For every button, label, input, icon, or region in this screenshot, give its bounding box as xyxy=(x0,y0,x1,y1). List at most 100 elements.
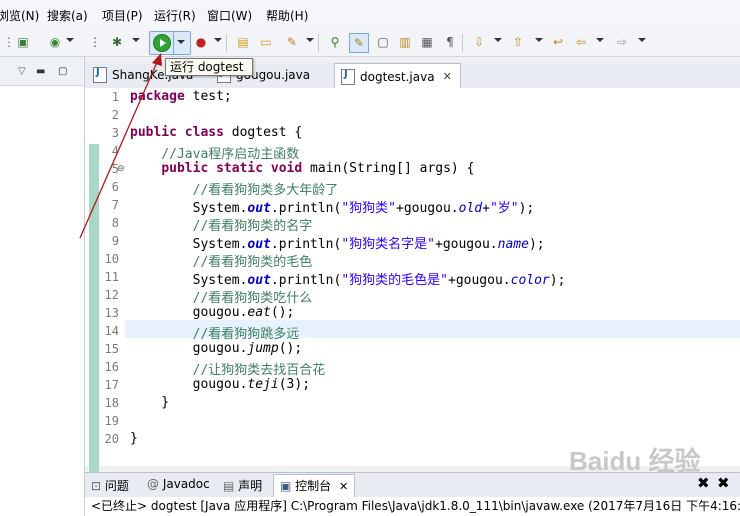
toolbar-separator-icon: ⋮ xyxy=(89,35,101,49)
line-number: 13 xyxy=(104,306,119,320)
toolbar-separator xyxy=(462,34,463,52)
view-menu-icon[interactable]: ▽ xyxy=(18,66,26,77)
search-icon[interactable]: ⚲ xyxy=(326,33,344,51)
toolbar: ⋮ ▣ ◉ ⋮ ✱ ● ▤ ▭ ✎ ⚲ ✎ ▢ ▥ ▦ ¶ ⇩ ⇧ ↩ ⇦ ⇨ xyxy=(0,30,740,57)
run-external-tool-icon[interactable]: ● xyxy=(192,33,210,51)
tab-declaration[interactable]: ▤ 声明 xyxy=(223,477,262,494)
java-file-icon xyxy=(341,68,355,85)
back-dropdown-icon[interactable] xyxy=(596,38,604,42)
code-line[interactable]: gougou.teji(3); xyxy=(130,377,310,392)
previous-annotation-dropdown-icon[interactable] xyxy=(535,38,543,42)
new-java-project-icon[interactable]: ▣ xyxy=(14,33,32,51)
code-line[interactable]: //Java程序启动主函数 xyxy=(130,143,299,162)
toolbar-separator xyxy=(318,34,319,52)
package-explorer-header: ▽ ▬ ▢ xyxy=(0,57,84,86)
debug-dropdown-icon[interactable] xyxy=(132,38,140,42)
tab-declaration-label: 声明 xyxy=(238,479,263,493)
code-line[interactable]: System.out.println("狗狗类名字是"+gougou.name)… xyxy=(130,233,545,252)
console-icon: ▣ xyxy=(280,479,292,493)
debug-icon[interactable]: ✱ xyxy=(108,33,126,51)
line-number: 1 xyxy=(111,90,119,104)
open-task-icon[interactable]: ✎ xyxy=(283,33,301,51)
open-type-icon[interactable]: ▤ xyxy=(234,33,252,51)
menu-project[interactable]: 项目(P) xyxy=(102,7,143,24)
last-edit-location-icon[interactable]: ↩ xyxy=(549,33,567,51)
line-number: 4 xyxy=(111,144,119,158)
line-number: 12 xyxy=(104,288,119,302)
code-line[interactable]: //看看狗狗类的毛色 xyxy=(130,251,313,270)
tab-label: dogtest.java xyxy=(360,69,435,84)
code-line[interactable]: gougou.eat(); xyxy=(130,305,295,320)
code-line[interactable]: } xyxy=(130,395,169,410)
menu-bar: 浏览(N) 搜索(a) 项目(P) 运行(R) 窗口(W) 帮助(H) xyxy=(0,0,740,31)
line-number: 3 xyxy=(111,126,119,140)
tab-javadoc-label: Javadoc xyxy=(162,477,210,491)
line-number: 20 xyxy=(104,432,119,446)
tab-dogtest[interactable]: dogtest.java ✕ xyxy=(334,63,461,89)
line-number: 7 xyxy=(111,198,119,212)
code-editor[interactable]: ⊖ 1 package test; 2 3 public class dogtest {… xyxy=(85,88,740,502)
code-line[interactable]: //看看狗狗跳多远 xyxy=(130,323,300,342)
toggle-breadcrumb-icon[interactable]: ▥ xyxy=(396,33,414,51)
line-number: 9 xyxy=(111,234,119,248)
line-number: 19 xyxy=(104,414,119,428)
menu-search[interactable]: 搜索(a) xyxy=(47,7,88,24)
code-line[interactable]: //看看狗狗类吃什么 xyxy=(130,287,313,306)
console-status: <已终止> dogtest [Java 应用程序] C:\Program Fil… xyxy=(85,497,740,516)
tab-console-label: 控制台 xyxy=(295,479,332,493)
code-line[interactable]: System.out.println("狗狗类"+gougou.old+"岁")… xyxy=(130,197,535,216)
line-number: 5 xyxy=(111,162,119,176)
toggle-block-selection-icon[interactable]: ▢ xyxy=(374,33,392,51)
code-line[interactable]: public static void main(String[] args) { xyxy=(130,161,474,176)
next-annotation-icon[interactable]: ⇩ xyxy=(470,33,488,51)
run-button[interactable] xyxy=(149,31,191,55)
previous-annotation-icon[interactable]: ⇧ xyxy=(509,33,527,51)
code-line[interactable]: //让狗狗类去找百合花 xyxy=(130,359,326,378)
code-line[interactable]: package test; xyxy=(130,89,232,104)
minimize-icon[interactable]: ▬ xyxy=(36,66,45,77)
pilcrow-icon[interactable]: ¶ xyxy=(441,33,459,51)
line-number: 2 xyxy=(111,108,119,122)
line-number: 15 xyxy=(104,342,119,356)
code-line[interactable]: public class dogtest { xyxy=(130,125,302,140)
external-tool-dropdown-icon[interactable] xyxy=(214,38,222,42)
line-number: 18 xyxy=(104,396,119,410)
forward-icon[interactable]: ⇨ xyxy=(613,33,631,51)
tab-problems[interactable]: ⊡ 问题 xyxy=(91,477,129,494)
code-line[interactable]: //看看狗狗类的名字 xyxy=(130,215,313,234)
run-icon xyxy=(153,34,171,52)
next-annotation-dropdown-icon[interactable] xyxy=(494,38,502,42)
new-class-dropdown-icon[interactable] xyxy=(66,38,74,42)
code-line[interactable]: //看看狗狗类多大年龄了 xyxy=(130,179,339,198)
menu-help[interactable]: 帮助(H) xyxy=(266,7,308,24)
code-line[interactable]: } xyxy=(130,431,138,446)
task-dropdown-icon[interactable] xyxy=(306,38,314,42)
run-tooltip: 运行 dogtest xyxy=(165,58,253,76)
line-number: 16 xyxy=(104,360,119,374)
new-class-icon[interactable]: ◉ xyxy=(46,33,64,51)
baidu-watermark: Baidu 经验 xyxy=(565,440,735,480)
open-folder-icon[interactable]: ▭ xyxy=(257,33,275,51)
line-number: 8 xyxy=(111,216,119,230)
code-line[interactable]: gougou.jump(); xyxy=(130,341,303,356)
run-dropdown-arrow-icon[interactable] xyxy=(177,40,185,44)
maximize-icon[interactable]: ▢ xyxy=(58,66,67,77)
line-number: 14 xyxy=(104,324,119,338)
forward-dropdown-icon[interactable] xyxy=(638,38,646,42)
show-whitespace-icon[interactable]: ▦ xyxy=(418,33,436,51)
tab-problems-label: 问题 xyxy=(104,479,129,493)
line-number: 17 xyxy=(104,378,119,392)
tab-console[interactable]: ▣ 控制台 ✕ xyxy=(273,474,356,497)
menu-window[interactable]: 窗口(W) xyxy=(207,7,252,24)
back-icon[interactable]: ⇦ xyxy=(572,33,590,51)
close-console-icon[interactable]: ✕ xyxy=(339,480,348,493)
javadoc-icon: @ xyxy=(147,477,159,491)
close-tab-icon[interactable]: ✕ xyxy=(443,70,452,83)
tab-javadoc[interactable]: @ Javadoc xyxy=(147,477,210,491)
watermark-text: Baidu 经验 xyxy=(569,446,700,476)
menu-run[interactable]: 运行(R) xyxy=(154,7,196,24)
menu-browse[interactable]: 浏览(N) xyxy=(0,7,39,24)
code-line[interactable]: System.out.println("狗狗类的毛色是"+gougou.colo… xyxy=(130,269,566,288)
toggle-mark-occurrences-icon[interactable]: ✎ xyxy=(349,33,369,53)
java-file-icon xyxy=(93,67,107,83)
